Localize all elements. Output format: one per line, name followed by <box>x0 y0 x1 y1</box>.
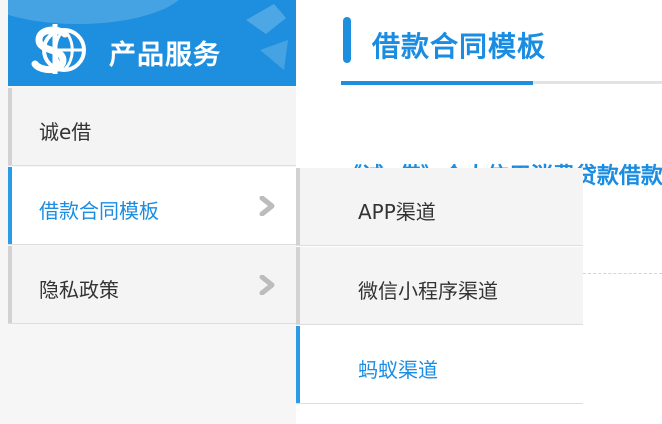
sidebar-item-contract-template[interactable]: 借款合同模板 <box>8 167 296 245</box>
page-title: 借款合同模板 <box>372 30 547 63</box>
dashed-divider <box>583 273 662 274</box>
sidebar: 产品服务 诚e借 借款合同模板 隐私政策 <box>0 0 296 424</box>
brand-title: 产品服务 <box>109 40 221 71</box>
contract-submenu: APP渠道 微信小程序渠道 蚂蚁渠道 <box>296 168 583 424</box>
title-accent-bar <box>343 17 351 63</box>
submenu-item-wechat-mini-program[interactable]: 微信小程序渠道 <box>296 247 583 325</box>
arrow-decoration-icon <box>246 4 288 70</box>
item-indicator <box>296 168 300 245</box>
item-indicator <box>8 88 12 165</box>
dollar-globe-icon <box>31 24 86 74</box>
item-indicator <box>296 247 300 324</box>
sidebar-item-label: 诚e借 <box>39 120 92 144</box>
sidebar-item-chengejie[interactable]: 诚e借 <box>8 88 296 166</box>
item-indicator <box>8 246 12 323</box>
item-indicator <box>8 167 12 244</box>
title-divider-active <box>341 81 533 85</box>
sidebar-item-privacy-policy[interactable]: 隐私政策 <box>8 246 296 324</box>
chevron-right-icon <box>259 196 275 216</box>
item-indicator <box>296 326 300 403</box>
brand-header: 产品服务 <box>8 0 296 86</box>
submenu-item-label: 蚂蚁渠道 <box>358 358 438 382</box>
submenu-item-ant-channel[interactable]: 蚂蚁渠道 <box>296 326 583 404</box>
submenu-item-label: 微信小程序渠道 <box>358 279 498 303</box>
sidebar-item-label: 隐私政策 <box>39 278 119 302</box>
submenu-item-app-channel[interactable]: APP渠道 <box>296 168 583 246</box>
sidebar-item-label: 借款合同模板 <box>39 199 159 223</box>
submenu-item-label: APP渠道 <box>358 200 436 224</box>
chevron-right-icon <box>259 275 275 295</box>
